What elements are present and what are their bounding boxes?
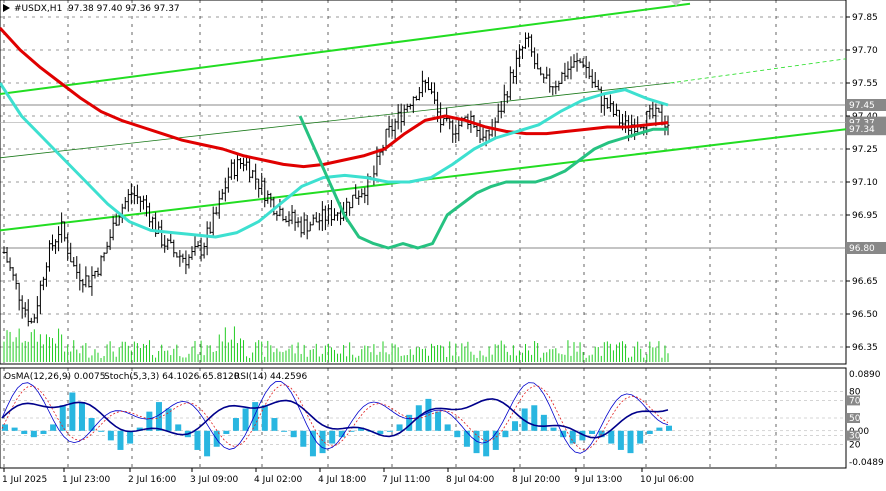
indicator-tick-label: -0.0489 xyxy=(849,458,884,468)
osma-bar xyxy=(550,427,557,431)
osma-bar xyxy=(637,430,644,444)
osma-bar xyxy=(175,424,182,431)
price-axis: 97.8597.7097.5597.4097.2597.1096.9596.80… xyxy=(846,13,886,353)
time-tick-label: 4 Jul 18:00 xyxy=(318,475,367,485)
osma-bar xyxy=(540,414,547,431)
time-tick-label: 1 Jul 2025 xyxy=(2,475,47,485)
indicator-header: OsMA(12,26,9) 0.0075 Stoch(5,3,3) 64.102… xyxy=(4,372,307,382)
indicator-tick-label: 20 xyxy=(849,440,861,450)
price-tick-label: 97.70 xyxy=(852,46,878,56)
osma-bar xyxy=(512,421,519,431)
osma-bar xyxy=(21,430,28,434)
osma-bar xyxy=(531,405,538,431)
osma-bar xyxy=(242,408,249,431)
trading-chart-window: 97.8597.7097.5597.4097.2597.1096.9596.80… xyxy=(0,0,886,487)
osma-bar xyxy=(59,405,66,431)
osma-bar xyxy=(50,424,57,431)
osma-bar xyxy=(223,430,230,434)
time-tick-label: 9 Jul 13:00 xyxy=(574,475,623,485)
price-tick-label: 97.10 xyxy=(852,178,878,188)
osma-bar xyxy=(11,427,18,431)
osma-bar xyxy=(88,418,95,431)
time-tick-label: 10 Jul 06:00 xyxy=(640,475,694,485)
osma-bar xyxy=(30,430,37,438)
osma-bar xyxy=(40,430,47,434)
osma-bar xyxy=(483,430,490,457)
osma-bar xyxy=(666,425,672,431)
time-axis: 1 Jul 2025 1 Jul 23:00 2 Jul 16:00 3 Jul 09… xyxy=(2,468,694,485)
osma-bar xyxy=(589,430,596,434)
time-tick-label: 7 Jul 11:00 xyxy=(382,475,431,485)
price-label: 97.34 xyxy=(849,125,875,135)
price-tick-label: 97.25 xyxy=(852,145,878,155)
price-tick-label: 97.85 xyxy=(852,13,878,23)
price-tick-label: 96.50 xyxy=(852,310,878,320)
osma-bar xyxy=(646,430,653,434)
main-price-panel[interactable]: 97.8597.7097.5597.4097.2597.1096.9596.80… xyxy=(0,0,886,365)
main-panel-border xyxy=(0,0,847,365)
indicator-tick-label: 70 xyxy=(849,396,861,406)
osma-bar xyxy=(617,430,624,450)
symbol-label: #USDX,H1 xyxy=(14,4,62,14)
price-tick-label: 96.95 xyxy=(852,211,878,221)
stoch-label: Stoch(5,3,3) 64.1026 65.8120 xyxy=(104,372,240,382)
osma-bar xyxy=(261,405,268,431)
osma-bar xyxy=(396,424,403,431)
time-tick-label: 1 Jul 23:00 xyxy=(62,475,111,485)
time-tick-label: 4 Jul 02:00 xyxy=(254,475,303,485)
osma-bar xyxy=(627,430,634,454)
indicator-panel[interactable]: 0.08908070500.003020-0.0489 OsMA(12,26,9… xyxy=(0,367,884,469)
osma-bar xyxy=(569,430,576,444)
osma-bar xyxy=(386,430,393,432)
time-tick-label: 3 Jul 09:00 xyxy=(190,475,239,485)
osma-bar xyxy=(329,430,336,444)
time-tick-label: 8 Jul 04:00 xyxy=(446,475,495,485)
indicator-tick-label: 0.0890 xyxy=(849,370,881,380)
osma-bar xyxy=(271,418,278,431)
osma-bar xyxy=(435,411,442,431)
time-tick-label: 2 Jul 16:00 xyxy=(128,475,177,485)
osma-bar xyxy=(656,427,663,431)
osma-bar xyxy=(252,402,259,431)
osma-bar xyxy=(281,430,288,432)
indicator-tick-label: 50 xyxy=(849,414,861,424)
osma-bar xyxy=(454,430,461,438)
osma-bar xyxy=(309,430,316,457)
price-tick-label: 96.65 xyxy=(852,277,878,287)
rsi-label: RSI(14) 44.2596 xyxy=(234,372,307,382)
osma-bar xyxy=(194,430,201,450)
price-tick-label: 97.55 xyxy=(852,79,878,89)
osma-bar xyxy=(204,430,211,457)
osma-bar xyxy=(463,430,470,447)
osma-bar xyxy=(444,424,451,431)
osma-bar xyxy=(69,392,76,431)
osma-bar xyxy=(98,430,105,432)
price-label: 97.45 xyxy=(849,101,875,111)
osma-bar xyxy=(300,430,307,447)
osma-bar xyxy=(78,402,85,431)
osma-bar xyxy=(127,430,134,444)
osma-bar xyxy=(117,430,124,450)
price-tick-label: 96.35 xyxy=(852,343,878,353)
osma-bar xyxy=(608,430,615,444)
osma-label: OsMA(12,26,9) 0.0075 xyxy=(4,372,105,382)
osma-bar xyxy=(290,430,297,438)
osma-bar xyxy=(107,430,114,441)
ohlc-label: 97.38 97.40 97.36 97.37 xyxy=(68,4,180,14)
osma-bar xyxy=(502,430,509,438)
time-tick-label: 8 Jul 20:00 xyxy=(512,475,561,485)
indicator-axis: 0.08908070500.003020-0.0489 xyxy=(846,370,884,468)
price-label: 96.80 xyxy=(849,244,875,254)
osma-bar xyxy=(232,418,239,431)
osma-bar xyxy=(165,408,172,431)
